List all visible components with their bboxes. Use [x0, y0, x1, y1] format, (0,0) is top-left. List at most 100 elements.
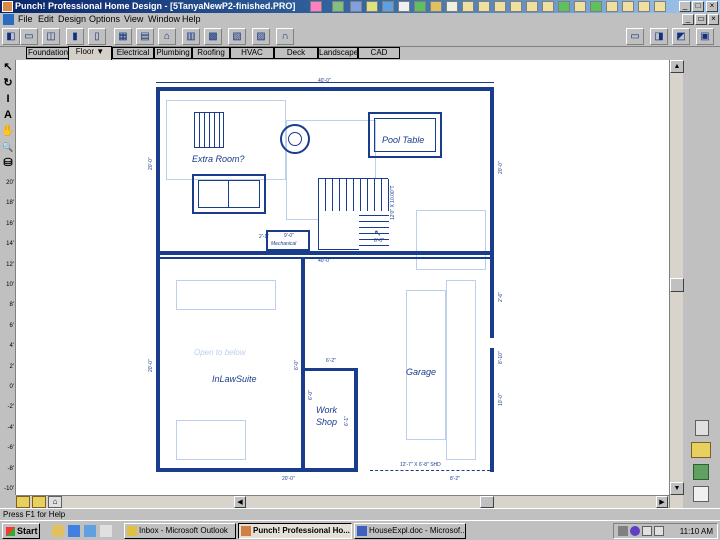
mail-icon[interactable] [654, 526, 664, 536]
layer-icon[interactable] [16, 496, 30, 508]
grid-tool-icon[interactable]: ▦ [114, 28, 132, 45]
quick-launch-icon[interactable] [366, 1, 378, 12]
tab-floor[interactable]: Floor ▼ [68, 46, 112, 60]
split-view-icon[interactable]: ◨ [650, 28, 668, 45]
tab-hvac[interactable]: HVAC [230, 47, 274, 59]
window-tool-icon[interactable]: ▯ [88, 28, 106, 45]
room-label-extra-room[interactable]: Extra Room? [192, 154, 245, 164]
app-icon[interactable] [2, 1, 13, 12]
task-word[interactable]: HouseExpl.doc - Microsof... [354, 523, 466, 539]
menu-edit[interactable]: Edit [38, 14, 54, 25]
interior-wall-mid[interactable] [156, 251, 494, 255]
document-icon[interactable] [3, 14, 14, 25]
calculator-icon[interactable] [695, 420, 709, 436]
exterior-wall-top[interactable] [156, 87, 494, 91]
quick-launch-icon[interactable] [526, 1, 538, 12]
tab-foundation[interactable]: Foundation [26, 47, 70, 59]
round-table[interactable] [280, 124, 310, 154]
task-outlook[interactable]: Inbox - Microsoft Outlook [124, 523, 236, 539]
exterior-wall-left[interactable] [156, 87, 160, 472]
interior-wall-inlaw[interactable] [301, 257, 305, 472]
quick-launch-icon[interactable] [462, 1, 474, 12]
plan-view-icon[interactable]: ▭ [626, 28, 644, 45]
quick-launch-icon[interactable] [606, 1, 618, 12]
tab-cad[interactable]: CAD [358, 47, 400, 59]
volume-icon[interactable] [618, 526, 628, 536]
quick-launch-icon[interactable] [100, 525, 112, 537]
3d-view-icon[interactable]: ◩ [672, 28, 690, 45]
quick-launch-icon[interactable] [350, 1, 362, 12]
quick-launch-icon[interactable] [332, 1, 344, 12]
quick-launch-icon[interactable] [446, 1, 458, 12]
clock[interactable]: 11:10 AM [680, 526, 713, 538]
scroll-thumb[interactable] [480, 496, 494, 508]
vertical-scrollbar[interactable]: ▲ ▼ [669, 60, 684, 510]
quick-launch-icon[interactable] [430, 1, 442, 12]
menu-file[interactable]: File [18, 14, 33, 25]
tab-deck[interactable]: Deck [274, 47, 318, 59]
layer-icon[interactable] [32, 496, 46, 508]
quick-launch-icon[interactable] [510, 1, 522, 12]
quick-launch-icon[interactable] [654, 1, 666, 12]
minimize-button[interactable]: _ [679, 1, 691, 12]
tab-plumbing[interactable]: Plumbing [154, 47, 192, 59]
quick-launch-icon[interactable] [478, 1, 490, 12]
pointer-icon[interactable]: ↖ [1, 60, 15, 74]
quick-launch-icon[interactable] [310, 1, 322, 12]
menu-window[interactable]: Window [148, 14, 180, 25]
room-label-garage[interactable]: Garage [406, 367, 436, 377]
pointer-help-icon[interactable] [693, 486, 709, 502]
workshop-wall-right[interactable] [354, 368, 358, 472]
materials-icon[interactable] [691, 442, 711, 458]
title-bar[interactable]: Punch! Professional Home Design - [5Tany… [0, 0, 720, 13]
menu-options[interactable]: Options [89, 14, 120, 25]
doc-minimize-button[interactable]: _ [682, 14, 694, 25]
mechanical-room[interactable]: 9'-0" Mechanical [266, 230, 310, 251]
quick-launch-icon[interactable] [84, 525, 96, 537]
select-tool-icon[interactable]: ◧ [2, 28, 20, 45]
quick-launch-icon[interactable] [494, 1, 506, 12]
render-view-icon[interactable]: ▣ [696, 28, 714, 45]
roof-tool-icon[interactable]: ⌂ [158, 28, 176, 45]
menu-design[interactable]: Design [58, 14, 86, 25]
quick-launch-icon[interactable] [52, 525, 64, 537]
zoom-icon[interactable]: 🔍 [1, 140, 15, 154]
plan-canvas[interactable]: 12'0" X 10.00"T 6'-0" ↖ 9'-0" Mechanical… [16, 60, 669, 495]
door-tool-icon[interactable]: ▮ [66, 28, 84, 45]
tab-electrical[interactable]: Electrical [112, 47, 154, 59]
start-button[interactable]: Start [2, 523, 40, 539]
rotate-icon[interactable]: ↻ [1, 76, 15, 90]
pattern-tool-icon[interactable]: ▧ [228, 28, 246, 45]
quick-launch-icon[interactable] [622, 1, 634, 12]
close-button[interactable]: × [706, 1, 718, 12]
home-icon[interactable]: ⌂ [48, 496, 62, 508]
quick-launch-icon[interactable] [590, 1, 602, 12]
workshop-wall-top[interactable] [305, 368, 357, 371]
doc-close-button[interactable]: × [708, 14, 719, 25]
scroll-left-button[interactable]: ◀ [234, 496, 246, 508]
exterior-wall-right[interactable] [490, 87, 494, 472]
quick-launch-icon[interactable] [414, 1, 426, 12]
task-punch[interactable]: Punch! Professional Ho... [238, 523, 352, 539]
room-tool-icon[interactable]: ◫ [42, 28, 60, 45]
quick-launch-icon[interactable] [542, 1, 554, 12]
walkthrough-icon[interactable]: ⛁ [1, 156, 15, 170]
exterior-wall-bottom-left[interactable] [156, 468, 302, 472]
hatch-tool-icon[interactable]: ▨ [252, 28, 270, 45]
quick-launch-icon[interactable] [638, 1, 650, 12]
menu-help[interactable]: Help [182, 14, 201, 25]
text-icon[interactable]: A [1, 108, 15, 122]
garage-door[interactable] [370, 470, 490, 471]
fixture-tool-icon[interactable]: ▩ [204, 28, 222, 45]
quick-launch-icon[interactable] [398, 1, 410, 12]
cabinet-tool-icon[interactable]: ▥ [182, 28, 200, 45]
arch-tool-icon[interactable]: ∩ [276, 28, 294, 45]
doc-restore-button[interactable]: ▭ [695, 14, 707, 25]
scroll-right-button[interactable]: ▶ [656, 496, 668, 508]
dimension-icon[interactable]: I [1, 92, 15, 106]
mail-icon[interactable] [642, 526, 652, 536]
quick-launch-icon[interactable] [68, 525, 80, 537]
tab-roofing[interactable]: Roofing [192, 47, 230, 59]
scroll-thumb[interactable] [670, 278, 684, 292]
sofa-furniture[interactable] [192, 174, 266, 214]
